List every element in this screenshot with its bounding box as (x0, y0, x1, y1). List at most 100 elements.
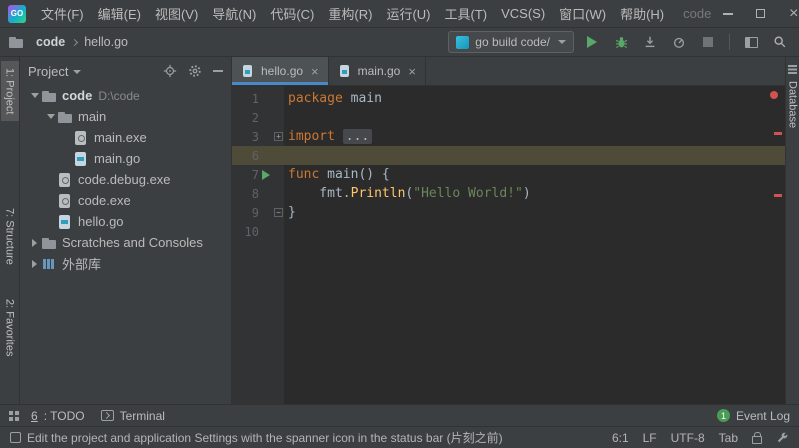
caret-position[interactable]: 6:1 (612, 431, 629, 445)
menu-code[interactable]: 代码(C) (263, 2, 321, 25)
file-encoding[interactable]: UTF-8 (671, 431, 705, 445)
error-stripe-mark[interactable] (774, 194, 782, 197)
minimize-button[interactable] (711, 0, 744, 27)
close-icon: × (789, 6, 798, 22)
project-panel-actions (163, 64, 223, 78)
status-bar: Edit the project and application Setting… (0, 426, 799, 448)
code-line[interactable]: 8 fmt.Println("Hello World!") (232, 184, 785, 203)
code-line[interactable]: 3 import ... (232, 127, 785, 146)
tree-item-main-exe[interactable]: main.exe (20, 127, 231, 148)
locate-file-button[interactable] (163, 64, 177, 78)
tree-item-main-folder[interactable]: main (20, 106, 231, 127)
menu-view[interactable]: 视图(V) (148, 2, 205, 25)
tree-item-hello-go[interactable]: hello.go (20, 211, 231, 232)
fold-expand-icon[interactable] (274, 132, 283, 141)
editor-tab-bar: hello.go × main.go × (232, 57, 785, 86)
menu-vcs[interactable]: VCS(S) (494, 4, 552, 23)
close-icon[interactable]: × (408, 65, 416, 78)
navigation-toolbar: code hello.go go build code/ (0, 28, 799, 57)
error-stripe-mark[interactable] (774, 132, 782, 135)
run-config-select[interactable]: go build code/ (448, 31, 574, 53)
stop-icon (703, 37, 713, 47)
close-icon[interactable]: × (311, 65, 319, 78)
indent-style[interactable]: Tab (719, 431, 738, 445)
menu-window[interactable]: 窗口(W) (552, 2, 613, 25)
code-line[interactable]: 9 } (232, 203, 785, 222)
line-separator[interactable]: LF (643, 431, 657, 445)
todo-tool-button[interactable]: 6: TODO (31, 409, 85, 423)
tab-main-go[interactable]: main.go × (329, 57, 426, 85)
tree-item-external-libraries[interactable]: 外部库 (20, 253, 231, 274)
tree-item-main-go[interactable]: main.go (20, 148, 231, 169)
code-editor[interactable]: 1 package main 2 3 import ... 6 (232, 86, 785, 404)
close-button[interactable]: × (777, 0, 799, 27)
code-line[interactable]: 1 package main (232, 89, 785, 108)
tool-stripe-project[interactable]: 1: Project (1, 61, 19, 121)
menu-tools[interactable]: 工具(T) (437, 2, 494, 25)
folder-icon (57, 109, 73, 125)
tree-item-code-debug-exe[interactable]: code.debug.exe (20, 169, 231, 190)
profiler-icon (672, 35, 686, 49)
go-file-icon (57, 214, 73, 230)
tool-window-layout-button[interactable] (740, 31, 762, 53)
lock-icon[interactable] (752, 436, 762, 444)
play-icon (587, 36, 597, 48)
menu-navigate[interactable]: 导航(N) (205, 2, 263, 25)
event-log-button[interactable]: 1 Event Log (717, 409, 790, 423)
breadcrumb-root[interactable]: code (36, 35, 65, 49)
chevron-right-icon (32, 260, 37, 268)
tree-item-path: D:\code (98, 89, 139, 103)
chevron-down-icon (73, 70, 81, 74)
stop-button[interactable] (697, 31, 719, 53)
event-count-badge: 1 (717, 409, 730, 422)
debug-button[interactable] (610, 31, 632, 53)
run-gutter-icon[interactable] (262, 170, 270, 180)
tool-stripe-favorites[interactable]: 2: Favorites (1, 292, 19, 363)
terminal-tool-button[interactable]: Terminal (101, 409, 165, 423)
spanner-icon[interactable] (776, 431, 789, 444)
search-everywhere-button[interactable] (769, 31, 791, 53)
code-line[interactable]: 10 (232, 222, 785, 241)
run-button[interactable] (581, 31, 603, 53)
ide-window: GO 文件(F) 编辑(E) 视图(V) 导航(N) 代码(C) 重构(R) 运… (0, 0, 799, 448)
main-area: 1: Project 7: Structure 2: Favorites Pro… (0, 57, 799, 404)
scratches-folder-icon (41, 235, 57, 251)
tab-hello-go[interactable]: hello.go × (232, 57, 329, 85)
maximize-button[interactable] (744, 0, 777, 27)
tool-stripe-structure[interactable]: 7: Structure (1, 201, 19, 272)
tool-stripe-database[interactable]: Database (784, 74, 799, 135)
chevron-right-icon (32, 239, 37, 247)
exe-file-icon (73, 130, 89, 146)
menu-edit[interactable]: 编辑(E) (91, 2, 148, 25)
error-indicator[interactable] (770, 91, 778, 99)
code-line-caret[interactable]: 6 (232, 146, 785, 165)
bug-icon (614, 35, 629, 50)
project-panel-title[interactable]: Project (28, 64, 68, 79)
tree-item-code-exe[interactable]: code.exe (20, 190, 231, 211)
go-file-icon (338, 64, 352, 78)
search-icon (773, 35, 787, 49)
menu-help[interactable]: 帮助(H) (613, 2, 671, 25)
folded-region[interactable]: ... (343, 129, 372, 144)
menu-file[interactable]: 文件(F) (34, 2, 91, 25)
coverage-button[interactable] (639, 31, 661, 53)
chevron-down-icon (47, 114, 55, 119)
tree-item-code-root[interactable]: code D:\code (20, 85, 231, 106)
profiler-button[interactable] (668, 31, 690, 53)
tree-item-scratches[interactable]: Scratches and Consoles (20, 232, 231, 253)
menu-refactor[interactable]: 重构(R) (321, 2, 379, 25)
menu-run[interactable]: 运行(U) (379, 2, 437, 25)
hide-panel-button[interactable] (213, 70, 223, 72)
fold-collapse-icon[interactable] (274, 208, 283, 217)
go-file-icon (73, 151, 89, 167)
breadcrumb: code hello.go (8, 34, 128, 50)
terminal-icon (101, 410, 114, 421)
run-toolbar: go build code/ (448, 31, 791, 53)
code-line[interactable]: 2 (232, 108, 785, 127)
breadcrumb-file[interactable]: hello.go (84, 35, 128, 49)
right-tool-stripe: Database (785, 57, 799, 404)
tool-window-switcher-icon[interactable] (9, 411, 13, 415)
code-line[interactable]: 7 func main() { (232, 165, 785, 184)
status-message[interactable]: Edit the project and application Setting… (10, 429, 598, 446)
gear-icon[interactable] (188, 64, 202, 78)
